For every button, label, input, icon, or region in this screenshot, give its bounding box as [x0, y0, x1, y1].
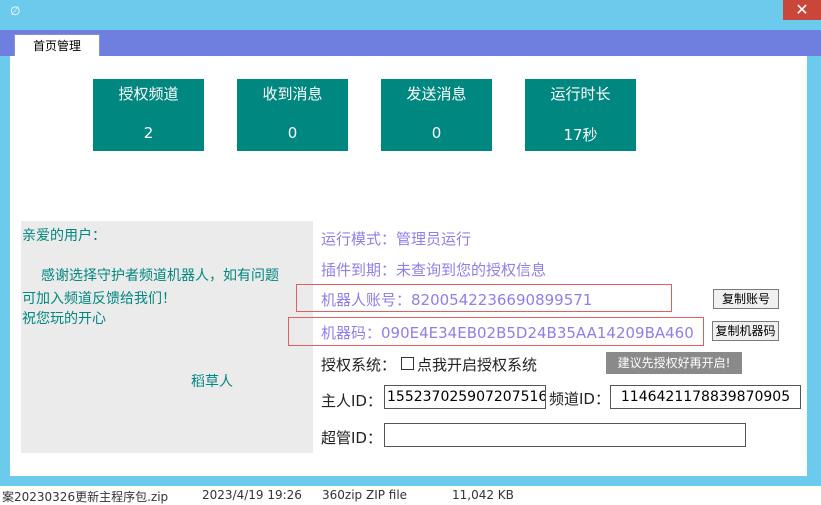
- close-icon: ✕: [795, 0, 809, 19]
- owner-id-input[interactable]: 15523702590720751683: [384, 385, 546, 409]
- stat-value: 0: [431, 124, 442, 142]
- tab-strip: [0, 30, 821, 56]
- super-admin-label: 超管ID：: [321, 429, 382, 447]
- auth-suggest-button[interactable]: 建议先授权好再开启!: [606, 352, 742, 374]
- file-name: 案20230326更新主程序包.zip: [2, 490, 169, 504]
- notice-line-3: 祝您玩的开心: [22, 311, 106, 327]
- file-date: 2023/4/19 19:26: [202, 488, 302, 502]
- close-button[interactable]: ✕: [783, 0, 821, 20]
- auth-system-checkbox[interactable]: [401, 357, 414, 370]
- notice-line-2: 可加入频道反馈给我们！: [22, 291, 176, 307]
- stat-value: 2: [143, 124, 154, 142]
- notice-panel: 亲爱的用户： 感谢选择守护者频道机器人，如有问题 可加入频道反馈给我们！ 祝您玩…: [21, 221, 313, 453]
- stat-value: 0: [287, 124, 298, 142]
- tab-home-management[interactable]: 首页管理: [14, 34, 100, 56]
- stat-label: 运行时长: [550, 85, 611, 103]
- stat-label: 发送消息: [406, 85, 467, 103]
- owner-id-label: 主人ID：: [321, 392, 382, 410]
- notice-signature: 稻草人: [191, 374, 233, 390]
- run-mode-text: 运行模式：管理员运行: [321, 230, 472, 248]
- notice-greeting: 亲爱的用户：: [22, 228, 106, 244]
- desktop-file-row[interactable]: 案20230326更新主程序包.zip 2023/4/19 19:26 360z…: [0, 486, 821, 504]
- file-size: 11,042 KB: [452, 488, 514, 502]
- app-window: ∅ ✕ 首页管理 授权频道 2 收到消息 0 发送消息 0 运行时长 17秒 亲…: [0, 0, 821, 486]
- copy-account-button[interactable]: 复制账号: [713, 289, 779, 309]
- auth-system-checkbox-label[interactable]: 点我开启授权系统: [417, 354, 537, 375]
- copy-machine-code-button[interactable]: 复制机器码: [712, 321, 779, 341]
- stat-received-messages: 收到消息 0: [237, 79, 348, 151]
- channel-id-label: 频道ID：: [549, 390, 610, 408]
- stat-label: 收到消息: [262, 85, 323, 103]
- channel-id-input[interactable]: 1146421178839870905: [610, 385, 801, 409]
- auth-system-label: 授权系统：: [321, 356, 397, 374]
- plugin-expiry-text: 插件到期：未查询到您的授权信息: [321, 261, 547, 279]
- bot-account-text: 机器人账号：8200542236690899571: [321, 291, 593, 309]
- machine-code-text: 机器码：090E4E34EB02B5D24B35AA14209BA460: [321, 324, 694, 342]
- title-bar[interactable]: ∅ ✕: [0, 0, 821, 26]
- stat-run-time: 运行时长 17秒: [525, 79, 636, 151]
- stat-authorized-channels: 授权频道 2: [93, 79, 204, 151]
- notice-line-1: 感谢选择守护者频道机器人，如有问题: [41, 268, 279, 284]
- stat-value: 17秒: [563, 126, 598, 144]
- stat-sent-messages: 发送消息 0: [381, 79, 492, 151]
- stat-label: 授权频道: [118, 85, 179, 103]
- super-admin-input[interactable]: [384, 423, 746, 447]
- app-icon: ∅: [10, 4, 21, 18]
- file-type: 360zip ZIP file: [322, 488, 408, 502]
